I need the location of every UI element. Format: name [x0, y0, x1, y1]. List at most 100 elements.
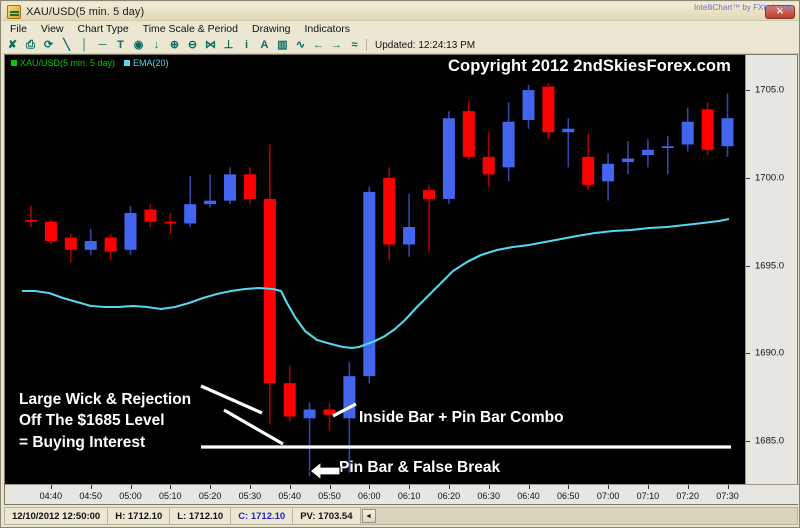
candlestick: [363, 186, 376, 384]
menu-bar: File View Chart Type Time Scale & Period Dra…: [3, 21, 799, 37]
candlestick: [423, 184, 435, 252]
candlestick: [661, 135, 674, 175]
time-tick: [289, 485, 291, 489]
candlestick: [403, 193, 416, 257]
chart-window-icon: [7, 4, 21, 19]
time-axis-label: 05:10: [159, 491, 182, 501]
time-axis-label: 07:10: [636, 491, 660, 501]
candlestick: [522, 84, 535, 129]
menu-item-drawing[interactable]: Drawing: [245, 22, 298, 36]
pin-bar-annotation: Pin Bar & False Break: [339, 459, 501, 476]
refresh-icon[interactable]: ⟳: [40, 38, 57, 53]
status-datetime: 12/10/2012 12:50:00: [5, 508, 109, 524]
status-bar: 12/10/2012 12:50:00 H: 1712.10 L: 1712.1…: [4, 507, 798, 525]
candlestick: [164, 212, 177, 235]
price-tick: [746, 265, 750, 267]
horizontal-line-icon[interactable]: ─: [94, 38, 111, 53]
time-tick: [50, 485, 52, 489]
time-tick: [448, 485, 450, 489]
time-axis-label: 05:50: [318, 491, 341, 501]
status-close: C: 1712.10: [231, 508, 294, 524]
menu-item-view[interactable]: View: [34, 22, 71, 36]
time-axis-label: 06:40: [517, 491, 540, 501]
menu-item-chart-type[interactable]: Chart Type: [71, 22, 136, 36]
ema-line: [22, 217, 730, 350]
time-axis-label: 06:10: [397, 491, 421, 501]
legend-label-ema: EMA(20): [133, 58, 169, 68]
menu-item-file[interactable]: File: [3, 22, 34, 36]
price-tick: [746, 90, 750, 92]
candlestick: [622, 141, 634, 175]
trendline-icon[interactable]: ╲: [58, 38, 75, 53]
time-tick: [210, 485, 212, 489]
candlestick: [323, 402, 336, 431]
candlestick: [44, 219, 57, 245]
candlestick: [64, 234, 77, 263]
time-tick: [249, 485, 251, 489]
status-pv: PV: 1703.54: [293, 508, 361, 524]
scroll-right-icon[interactable]: →: [328, 38, 345, 53]
legend-swatch-ema: [124, 60, 131, 66]
price-axis-label: 1690.0: [755, 347, 785, 359]
scroll-left-icon[interactable]: ←: [310, 38, 327, 53]
zoom-out-icon[interactable]: ⊖: [184, 38, 201, 53]
candlestick: [582, 133, 595, 191]
arrow-left-icon: [308, 460, 342, 487]
candlestick: [442, 111, 455, 205]
candlestick: [383, 167, 396, 261]
info-icon[interactable]: i: [238, 38, 255, 53]
menu-item-indicators[interactable]: Indicators: [298, 22, 358, 36]
menu-item-time-scale-period[interactable]: Time Scale & Period: [136, 22, 245, 36]
time-axis-label: 05:20: [198, 491, 222, 501]
text-tool-icon[interactable]: T: [112, 38, 129, 53]
print-icon[interactable]: ⎙: [22, 38, 39, 53]
candlestick: [204, 174, 217, 208]
candlestick: [482, 132, 495, 187]
candlestick: [721, 93, 734, 157]
candlestick: [462, 100, 475, 161]
time-tick: [727, 485, 729, 489]
large-wick-annotation-line: = Buying Interest: [19, 433, 146, 451]
fibonacci-icon[interactable]: ⋈: [202, 38, 219, 53]
status-high: H: 1712.10: [108, 508, 171, 524]
crosshair-cursor-icon[interactable]: ✘: [4, 38, 21, 53]
price-axis[interactable]: 1705.0 1700.0 1695.0 1690.0 1685.0: [745, 55, 797, 485]
updated-timestamp: Updated: 12:24:13 PM: [375, 39, 476, 51]
line-chart-icon[interactable]: ∿: [292, 38, 309, 53]
zoom-in-icon[interactable]: ⊕: [166, 38, 183, 53]
legend-entry-price: XAU/USD(5 min. 5 day): [11, 58, 115, 68]
time-axis-label: 05:00: [119, 491, 142, 501]
candlestick: [343, 362, 356, 473]
window-title: XAU/USD(5 min. 5 day): [26, 5, 145, 18]
candlestick: [602, 153, 615, 201]
time-axis-label: 04:40: [39, 491, 63, 501]
vendor-watermark: IntelliChart™ by FXtrek.com: [693, 3, 794, 12]
price-axis-label: 1705.0: [755, 84, 785, 96]
time-axis[interactable]: 04:40 04:50 05:00 05:10 05:20 05:30 05:40 05:50…: [5, 484, 799, 504]
time-tick: [409, 485, 411, 489]
legend-label-price: XAU/USD(5 min. 5 day): [20, 58, 116, 68]
time-tick: [528, 485, 530, 489]
candlestick: [641, 139, 654, 168]
anchor-icon[interactable]: ⊥: [220, 38, 237, 53]
price-tick: [746, 441, 750, 443]
time-tick: [130, 485, 132, 489]
scroll-left-button[interactable]: ◄: [361, 509, 376, 523]
arrow-down-icon[interactable]: ↓: [148, 38, 165, 53]
vertical-line-icon[interactable]: │: [76, 38, 93, 53]
time-axis-label: 07:20: [676, 491, 699, 501]
price-axis-label: 1685.0: [755, 435, 785, 447]
compare-icon[interactable]: ≈: [346, 38, 363, 53]
candlestick: [84, 228, 97, 256]
candlestick: [283, 365, 296, 422]
candlestick: [184, 176, 197, 227]
ellipse-icon[interactable]: ◉: [130, 38, 147, 53]
title-bar: XAU/USD(5 min. 5 day) ✕: [3, 3, 799, 21]
candlestick: [562, 118, 575, 168]
horizontal-scrollbar[interactable]: ◄: [360, 508, 797, 524]
bar-chart-icon[interactable]: ▥: [274, 38, 291, 53]
time-tick: [90, 485, 92, 489]
font-icon[interactable]: A: [256, 38, 273, 53]
price-axis-label: 1700.0: [755, 172, 785, 184]
time-axis-label: 06:00: [358, 491, 381, 501]
